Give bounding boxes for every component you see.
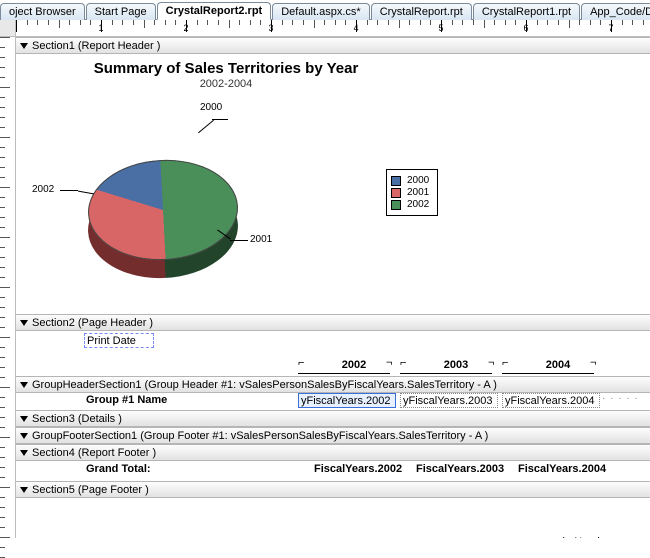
tab-crystalreport1[interactable]: CrystalReport1.rpt [473,3,580,20]
legend-swatch-2001 [391,188,401,198]
crop-mark: ⌐ [502,357,508,369]
section-label: Section3 (Details ) [32,413,122,425]
section-bar-group-header[interactable]: GroupHeaderSection1 (Group Header #1: vS… [16,376,650,393]
section-label: GroupHeaderSection1 (Group Header #1: vS… [32,379,497,391]
collapse-icon[interactable] [20,433,28,439]
section-label: Section5 (Page Footer ) [32,484,149,496]
crop-mark: ¬ [488,357,494,369]
field-fy-2002[interactable]: yFiscalYears.2002 [298,393,396,408]
field-gt-2003[interactable]: FiscalYears.2003 [414,462,512,477]
field-print-date[interactable]: Print Date [84,333,154,348]
tab-crystalreport[interactable]: CrystalReport.rpt [371,3,472,20]
tab-default-aspx-cs[interactable]: Default.aspx.cs* [272,3,369,20]
crop-mark: ⌐ [400,357,406,369]
chart-legend: 2000 2001 2002 [386,169,438,216]
section-label: Section1 (Report Header ) [32,40,160,52]
canvas[interactable]: Section1 (Report Header ) Summary of Sal… [16,37,650,538]
legend-swatch-2000 [391,176,401,186]
collapse-icon[interactable] [20,320,28,326]
section-label: Section4 (Report Footer ) [32,447,156,459]
editor-tab-bar: oject Browser Start Page CrystalReport2.… [0,0,650,20]
chart-title: Summary of Sales Territories by Year [56,60,396,77]
section-body-report-header[interactable]: Summary of Sales Territories by Year 200… [16,54,650,314]
collapse-icon[interactable] [20,487,28,493]
ruler-horizontal[interactable]: 1234567 [16,20,650,36]
collapse-icon[interactable] [20,450,28,456]
collapse-icon[interactable] [20,416,28,422]
field-group1-name[interactable]: Group #1 Name [84,393,224,408]
section-body-page-footer[interactable]: ¸ je Number ¸ [16,498,650,538]
collapse-icon[interactable] [20,43,28,49]
section-body-report-footer[interactable]: Grand Total: FiscalYears.2002 FiscalYear… [16,461,650,481]
tab-object-browser[interactable]: oject Browser [0,3,85,20]
tab-crystalreport2[interactable]: CrystalReport2.rpt [157,2,272,20]
crop-mark: ¬ [386,357,392,369]
field-gt-2004[interactable]: FiscalYears.2004 [516,462,614,477]
crop-mark: ¬ [590,357,596,369]
tab-start-page[interactable]: Start Page [86,3,156,20]
ruler-vertical[interactable] [0,37,16,538]
section-label: Section2 (Page Header ) [32,317,153,329]
section-bar-group-footer[interactable]: GroupFooterSection1 (Group Footer #1: vS… [16,427,650,444]
field-grand-total-label[interactable]: Grand Total: [84,462,224,477]
section-bar-report-header[interactable]: Section1 (Report Header ) [16,37,650,54]
field-fy-2004[interactable]: yFiscalYears.2004 [502,393,600,408]
chart-subtitle: 2002-2004 [56,78,396,90]
legend-swatch-2002 [391,200,401,210]
pie-chart[interactable] [88,110,258,280]
section-bar-page-header[interactable]: Section2 (Page Header ) [16,314,650,331]
ruler-corner [0,20,16,36]
tab-dataset1[interactable]: App_Code/DataSet1.xsd [581,3,650,20]
section-bar-details[interactable]: Section3 (Details ) [16,410,650,427]
col-header-2004[interactable]: 2004 [538,358,578,373]
section-bar-page-footer[interactable]: Section5 (Page Footer ) [16,481,650,498]
field-gt-2002[interactable]: FiscalYears.2002 [312,462,410,477]
section-body-group-header[interactable]: Group #1 Name yFiscalYears.2002 yFiscalY… [16,393,650,410]
col-header-2003[interactable]: 2003 [436,358,476,373]
crop-mark: ⌐ [298,357,304,369]
section-bar-report-footer[interactable]: Section4 (Report Footer ) [16,444,650,461]
col-header-2002[interactable]: 2002 [334,358,374,373]
section-label: GroupFooterSection1 (Group Footer #1: vS… [32,430,488,442]
field-fy-2003[interactable]: yFiscalYears.2003 [400,393,498,408]
section-body-page-header[interactable]: Print Date ⌐ ¬ ⌐ ¬ ⌐ ¬ 2002 2003 2004 [16,331,650,376]
collapse-icon[interactable] [20,382,28,388]
design-surface: Section1 (Report Header ) Summary of Sal… [0,37,650,538]
ruler-row: 1234567 [0,20,650,37]
